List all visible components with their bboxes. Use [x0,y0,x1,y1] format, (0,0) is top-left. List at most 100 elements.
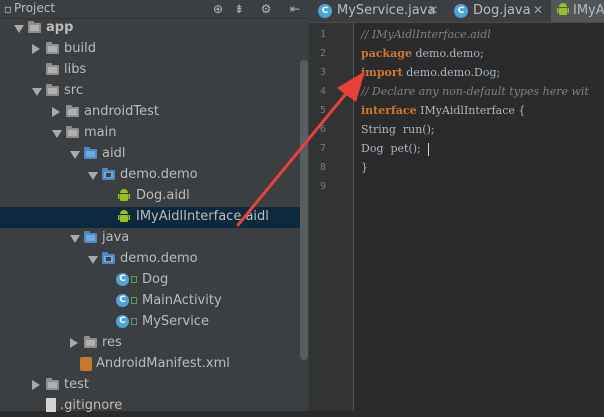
tree-item-label: build [64,41,96,56]
line-number: 9 [319,181,327,192]
tree-item[interactable]: build [0,39,300,60]
tree-item[interactable]: IMyAidlInterface.aidl [0,207,300,228]
expanded-arrow-icon[interactable] [70,151,80,159]
code-line[interactable]: interface IMyAidlInterface { [361,104,525,117]
code-line[interactable]: import demo.demo.Dog; [361,66,500,79]
code-line[interactable]: // IMyAidlInterface.aidl [361,28,491,41]
code-line[interactable]: package demo.demo; [361,47,484,60]
tree-item[interactable]: src [0,81,300,102]
expanded-arrow-icon[interactable] [52,130,62,138]
line-number: 8 [319,162,327,173]
collapsed-arrow-icon[interactable] [32,44,40,54]
expanded-arrow-icon[interactable] [32,88,42,96]
tree-item[interactable]: androidTest [0,102,300,123]
code-text: IMyAidlInterface { [416,104,526,117]
code-text: String run(); [361,123,435,136]
tree-item-label: java [102,230,130,245]
tree-item[interactable]: libs [0,60,300,81]
line-number: 7 [319,143,327,154]
android-icon [118,210,130,222]
tree-item[interactable]: C MyService [0,312,300,333]
tree-item-label: Dog [142,272,169,287]
tree-item-label: MyService [142,314,209,329]
folder-icon [84,336,97,348]
line-number: 2 [319,48,327,59]
tab-myservice[interactable]: C MyService.java ✕ [309,0,444,22]
tree-item-label: test [64,377,89,392]
package-icon [102,168,115,180]
class-icon: C [116,315,129,328]
panel-menu-icon[interactable]: ▫ [1,2,15,16]
tree-item[interactable]: java [0,228,300,249]
tree-item[interactable]: aidl [0,144,300,165]
tree-item[interactable]: AndroidManifest.xml [0,354,300,375]
folder-icon [46,42,59,54]
code-text: Dog pet(); [361,142,421,155]
close-icon[interactable]: ✕ [428,3,438,17]
file-icon [46,398,56,412]
tree-item[interactable]: .gitignore [0,396,300,417]
tree-item[interactable]: C MainActivity [0,291,300,312]
editor-tab-bar: C MyService.java ✕ C Dog.java ✕ IMyA [309,0,604,23]
package-icon [102,252,115,264]
tree-scrollbar[interactable] [300,60,308,360]
collapsed-arrow-icon[interactable] [32,380,40,390]
tree-item-label: demo.demo [120,251,198,266]
folder-icon [28,21,41,33]
code-line[interactable]: } [361,161,368,174]
expanded-arrow-icon[interactable] [70,235,80,243]
expanded-arrow-icon[interactable] [14,25,24,33]
lock-icon [131,318,137,325]
tree-item[interactable]: Dog.aidl [0,186,300,207]
folder-icon [46,378,59,390]
line-number: 4 [319,86,327,97]
code-line[interactable]: String run(); [361,123,435,136]
tree-item[interactable]: app [0,18,300,39]
class-icon: C [116,294,129,307]
expanded-arrow-icon[interactable] [88,256,98,264]
code-keyword: package [361,47,412,60]
line-number: 6 [319,124,327,135]
text-caret [428,143,429,156]
tree-item-label: src [64,83,83,98]
split-icon[interactable]: ⇟ [232,2,246,16]
tree-item[interactable]: C Dog [0,270,300,291]
code-text: } [361,161,368,174]
xml-file-icon [80,357,92,371]
tree-item[interactable]: test [0,375,300,396]
code-text: demo.demo; [411,47,484,60]
code-text: demo.demo.Dog; [402,66,501,79]
project-panel: ▫ Project ⊕ ⇟ ⚙ ⇤ app build libs src android… [0,0,309,413]
tree-item[interactable]: demo.demo [0,249,300,270]
tab-imyaidlinterface[interactable]: IMyA [551,0,604,22]
tree-item[interactable]: main [0,123,300,144]
code-area[interactable]: // IMyAidlInterface.aidl package demo.dem… [361,23,604,411]
code-comment: // IMyAidlInterface.aidl [361,28,491,41]
target-icon[interactable]: ⊕ [211,2,225,16]
tree-item-label: androidTest [84,104,159,119]
project-panel-title[interactable]: Project [14,1,55,15]
code-comment: // Declare any non-default types here wi… [361,85,589,98]
gear-icon[interactable]: ⚙ [259,2,273,16]
code-line[interactable]: // Declare any non-default types here wi… [361,85,589,98]
close-icon[interactable]: ✕ [533,3,543,17]
tree-item[interactable]: res [0,333,300,354]
collapsed-arrow-icon[interactable] [52,107,60,117]
tree-item-label: libs [64,62,87,77]
tab-label: MyService.java [337,3,436,18]
tree-item-label: res [102,335,122,350]
tree-item[interactable]: demo.demo [0,165,300,186]
tab-dog[interactable]: C Dog.java ✕ [445,0,550,22]
lock-icon [131,276,137,283]
expanded-arrow-icon[interactable] [88,172,98,180]
tab-label: Dog.java [473,3,531,18]
android-icon [557,3,569,15]
hide-panel-icon[interactable]: ⇤ [288,2,302,16]
tree-item-label: demo.demo [120,167,198,182]
class-icon: C [454,4,468,18]
line-number-gutter: 1 2 3 4 5 6 7 8 9 [309,23,354,411]
code-line[interactable]: Dog pet(); [361,142,421,155]
tree-item-label: IMyAidlInterface.aidl [136,209,269,224]
folder-icon [66,126,79,138]
collapsed-arrow-icon[interactable] [70,338,78,348]
